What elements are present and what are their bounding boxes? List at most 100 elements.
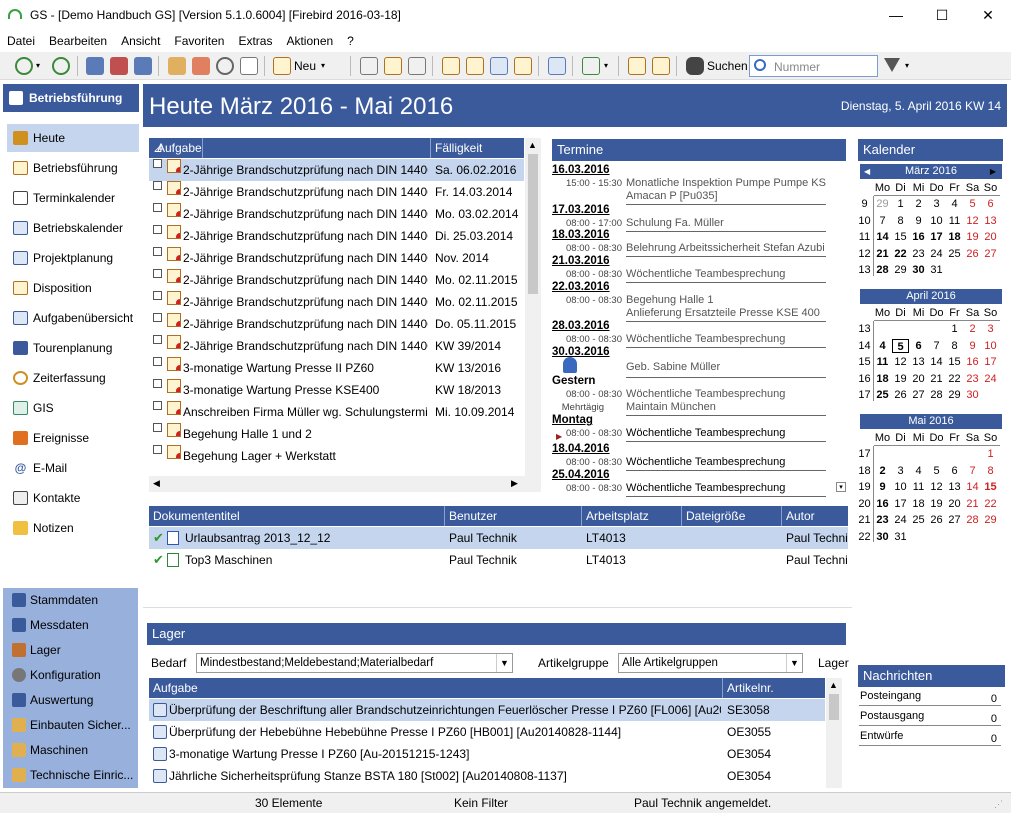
calendar-day[interactable]: 31 — [928, 263, 945, 277]
nav-item-disposition[interactable]: Disposition — [7, 274, 139, 302]
settings-icon[interactable] — [360, 57, 378, 75]
calendar-day[interactable]: 29 — [874, 197, 891, 211]
calendar-day[interactable]: 19 — [892, 372, 909, 386]
list-edit-icon[interactable] — [408, 57, 426, 75]
task-row[interactable]: 2-Jährige Brandschutzprüfung nach DIN 14… — [149, 181, 524, 203]
nav-item-notizen[interactable]: Notizen — [7, 514, 139, 542]
col-lager-aufgabe[interactable]: Aufgabe — [149, 678, 723, 698]
task-checkbox[interactable] — [153, 181, 162, 190]
menu-extras[interactable]: Extras — [231, 31, 279, 51]
resize-grip-icon[interactable]: ⋰ — [994, 799, 1003, 810]
calendar-day[interactable]: 17 — [982, 355, 999, 369]
calendar-day[interactable]: 30 — [874, 530, 891, 544]
col-faelligkeit[interactable]: Fälligkeit — [431, 138, 524, 158]
nav-group-einbauten[interactable]: Einbauten Sicher... — [3, 713, 138, 738]
calendar-day[interactable]: 1 — [982, 447, 999, 461]
calendar-day[interactable]: 21 — [964, 497, 981, 511]
calendar-day[interactable]: 12 — [928, 480, 945, 494]
task-row[interactable]: 2-Jährige Brandschutzprüfung nach DIN 14… — [149, 335, 524, 357]
calendar-day[interactable]: 23 — [874, 513, 891, 527]
calendar-day[interactable]: 29 — [946, 388, 963, 402]
filter-check-dropdown-icon[interactable]: ▾ — [604, 61, 608, 70]
termin-text[interactable]: Wöchentliche Teambesprechung — [626, 456, 826, 468]
task-checkbox[interactable] — [153, 423, 162, 432]
calendar-day[interactable]: 19 — [964, 230, 981, 244]
calendar-day[interactable]: 13 — [946, 480, 963, 494]
task-checkbox[interactable] — [153, 313, 162, 322]
calendar-day[interactable]: 14 — [874, 230, 891, 244]
menu-bearbeiten[interactable]: Bearbeiten — [42, 31, 114, 51]
filter-check-icon[interactable] — [582, 57, 600, 75]
calendar-day[interactable]: 5 — [892, 338, 909, 353]
calendar-day[interactable]: 22 — [892, 247, 909, 261]
task-row[interactable]: 2-Jährige Brandschutzprüfung nach DIN 14… — [149, 159, 524, 181]
calendar-day[interactable]: 15 — [982, 480, 999, 494]
task-row[interactable]: 3-monatige Wartung Presse II PZ60 KW 13/2… — [149, 357, 524, 379]
task-row[interactable]: 2-Jährige Brandschutzprüfung nach DIN 14… — [149, 313, 524, 335]
nav-group-messdaten[interactable]: Messdaten — [3, 613, 138, 638]
close-button[interactable]: ✕ — [965, 0, 1011, 31]
calendar-day[interactable]: 12 — [892, 355, 909, 369]
task-checkbox[interactable] — [153, 203, 162, 212]
calendar-day[interactable]: 31 — [892, 530, 909, 544]
calendar-day[interactable]: 20 — [946, 497, 963, 511]
calendar-day[interactable]: 25 — [946, 247, 963, 261]
task-checkbox[interactable] — [153, 445, 162, 454]
calendar-day[interactable]: 10 — [892, 480, 909, 494]
document-row[interactable]: ✔ Urlaubsantrag 2013_12_12 Paul Technik LT4… — [149, 527, 848, 549]
menu-ansicht[interactable]: Ansicht — [114, 31, 167, 51]
scroll-thumb[interactable] — [829, 694, 839, 720]
lager-row[interactable]: 3-monatige Wartung Presse I PZ60 [Au-201… — [149, 743, 825, 765]
nav-item-terminkalender[interactable]: Terminkalender — [7, 184, 139, 212]
calendar-day[interactable]: 25 — [910, 513, 927, 527]
calendar-day[interactable]: 9 — [910, 214, 927, 228]
report-check-icon[interactable] — [652, 57, 670, 75]
calendar-day[interactable]: 9 — [964, 339, 981, 353]
task-row[interactable]: Begehung Halle 1 und 2 — [149, 423, 524, 445]
nav-item-gis[interactable]: GIS — [7, 394, 139, 422]
calendar-day[interactable]: 7 — [928, 339, 945, 353]
lager-row[interactable]: Jährliche Sicherheitsprüfung Stanze BSTA… — [149, 765, 825, 787]
calendar-day[interactable]: 6 — [946, 464, 963, 478]
calendar-day[interactable]: 16 — [910, 230, 927, 244]
calendar-day[interactable]: 10 — [982, 339, 999, 353]
calendar-day[interactable]: 1 — [946, 322, 963, 336]
calendar-day[interactable]: 30 — [910, 263, 927, 277]
message-folder[interactable]: Entwürfe 0 — [859, 728, 1001, 748]
calendar-day[interactable]: 9 — [874, 480, 891, 494]
nav-item-betriebsfuehrung[interactable]: Betriebsführung — [7, 154, 139, 182]
task-row[interactable]: 2-Jährige Brandschutzprüfung nach DIN 14… — [149, 269, 524, 291]
filter-icon[interactable] — [884, 58, 900, 72]
new-dropdown-icon[interactable]: ▾ — [321, 61, 325, 70]
menu-help[interactable]: ? — [340, 31, 361, 51]
termin-text[interactable]: Wöchentliche Teambesprechung — [626, 333, 826, 345]
calendar-day[interactable]: 8 — [892, 214, 909, 228]
calendar-day[interactable]: 24 — [928, 247, 945, 261]
new-button[interactable]: Neu — [294, 59, 316, 73]
calendar-day[interactable]: 7 — [874, 214, 891, 228]
calendar-day[interactable]: 10 — [928, 214, 945, 228]
task-checkbox[interactable] — [153, 291, 162, 300]
nav-group-technische[interactable]: Technische Einric... — [3, 763, 138, 788]
grid-icon[interactable] — [548, 57, 566, 75]
calendar-day[interactable]: 2 — [874, 464, 891, 478]
calendar-day[interactable]: 1 — [892, 197, 909, 211]
calendar-day[interactable]: 5 — [964, 197, 981, 211]
message-folder[interactable]: Postausgang 0 — [859, 708, 1001, 728]
menu-aktionen[interactable]: Aktionen — [279, 31, 340, 51]
task-row[interactable]: 3-monatige Wartung Presse KSE400 KW 18/20… — [149, 379, 524, 401]
task-checkbox[interactable] — [153, 357, 162, 366]
user-icon[interactable] — [86, 57, 104, 75]
task-alert-icon[interactable] — [192, 57, 210, 75]
nav-group-stammdaten[interactable]: Stammdaten — [3, 588, 138, 613]
termin-text[interactable]: Wöchentliche Teambesprechung — [626, 388, 826, 400]
calendar-day[interactable]: 23 — [964, 372, 981, 386]
termin-text[interactable]: Wöchentliche Teambesprechung — [626, 482, 826, 494]
calendar-day[interactable]: 3 — [928, 197, 945, 211]
new-task-icon[interactable] — [273, 57, 291, 75]
calendar-day[interactable]: 16 — [964, 355, 981, 369]
maximize-button[interactable]: ☐ — [919, 0, 965, 31]
calendar-day[interactable]: 15 — [946, 355, 963, 369]
task-checkbox[interactable] — [153, 335, 162, 344]
nav-group-konfiguration[interactable]: Konfiguration — [3, 663, 138, 688]
